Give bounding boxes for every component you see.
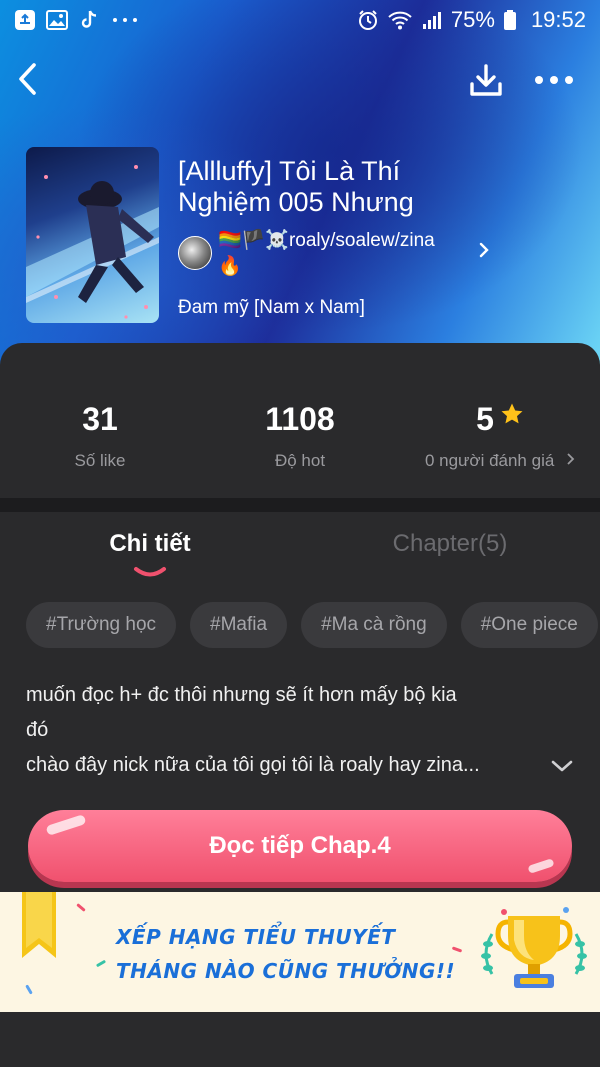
cloud-upload-icon [14,9,36,31]
button-shine [527,858,555,874]
continue-reading-button[interactable]: Đọc tiếp Chap.4 [28,810,572,882]
gallery-icon [46,9,68,31]
trophy-icon [481,907,587,988]
battery-icon [503,9,517,31]
alarm-icon [357,9,379,31]
tab-details[interactable]: Chi tiết [0,530,300,558]
tag-chip[interactable]: #Trường học [26,602,177,648]
confetti [95,959,107,968]
signal-icon [421,9,443,31]
stat-hot-value: 1108 [265,401,335,437]
banner-line: XẾP HẠNG TIỂU THUYẾT [116,925,396,949]
tab-chapters[interactable]: Chapter(5) [300,530,600,558]
more-options-button[interactable] [528,58,580,102]
stat-hot: 1108 Độ hot [200,343,400,498]
tag-chip[interactable]: #Mafia [190,602,288,648]
tag-chip[interactable]: #One piece [460,602,598,648]
more-dots-icon [535,76,573,84]
novel-title: [Allluffy] Tôi Là Thí Nghiệm 005 Nhưng [178,156,414,217]
section-divider [0,498,600,512]
expand-description-button[interactable] [548,756,576,776]
back-button[interactable] [8,56,48,102]
chevron-right-icon [474,240,494,260]
confetti [25,984,33,995]
author-avatar [178,236,212,270]
description-line: muốn đọc h+ đc thôi nhưng sẽ ít hơn mấy … [26,684,457,706]
stats-card: 31 Số like 1108 Độ hot 5 0 người đánh gi… [0,343,600,498]
stat-likes: 31 Số like [0,343,200,498]
wifi-icon [387,9,413,31]
confetti [76,903,86,912]
stat-likes-value: 31 [82,401,118,437]
bookmark-ribbon-icon [22,892,56,958]
top-nav [0,56,600,106]
hero-header: 75% 19:52 [Allluffy] Tôi Là Thí Nghiệm 0… [0,0,600,370]
tiktok-icon [78,9,100,31]
novel-cover-image [26,147,159,323]
stat-rating[interactable]: 5 0 người đánh giá [400,343,600,498]
active-tab-indicator [134,567,166,577]
more-dots-icon [110,9,140,31]
banner-line: THÁNG NÀO CŨNG THƯỞNG!! [116,959,456,983]
author-row[interactable]: 🏳️‍🌈🏴☠️roaly/soalew/zina🔥 [178,228,498,280]
stat-rating-label: 0 người đánh giá [424,451,555,470]
chevron-down-icon [551,760,573,772]
ranking-promo-banner[interactable]: XẾP HẠNG TIỂU THUYẾT THÁNG NÀO CŨNG THƯỞ… [0,892,600,1012]
stat-likes-label: Số like [74,451,126,470]
continue-reading-label: Đọc tiếp Chap.4 [209,832,391,859]
chevron-right-icon [567,453,575,465]
description-line: đó [26,719,49,741]
button-shine [45,814,87,836]
chevron-left-icon [19,63,36,95]
description-line: chào đây nick nữa của tôi gọi tôi là roa… [26,754,480,776]
clock: 19:52 [530,7,586,32]
stat-rating-value-row: 5 [400,401,600,438]
tag-chip[interactable]: #Ma cà rồng [301,602,447,648]
star-icon [501,403,523,424]
battery-percent: 75% [450,7,495,32]
stat-rating-value: 5 [476,401,494,437]
status-bar: 75% 19:52 [0,0,600,40]
download-button[interactable] [464,58,508,102]
stat-rating-label-row: 0 người đánh giá [400,451,600,471]
stat-hot-label: Độ hot [274,451,326,470]
author-name: 🏳️‍🌈🏴☠️roaly/soalew/zina🔥 [218,230,435,277]
genre-label: Đam mỹ [Nam x Nam] [178,297,365,318]
description: muốn đọc h+ đc thôi nhưng sẽ ít hơn mấy … [26,678,556,783]
tag-list: #Trường học #Mafia #Ma cà rồng #One piece [26,602,600,650]
banner-text: XẾP HẠNG TIỂU THUYẾT THÁNG NÀO CŨNG THƯỞ… [116,920,476,988]
download-icon [470,64,502,96]
detail-section: Chi tiết Chapter(5) #Trường học #Mafia #Ma… [0,512,600,892]
bottom-area [0,1012,600,1067]
